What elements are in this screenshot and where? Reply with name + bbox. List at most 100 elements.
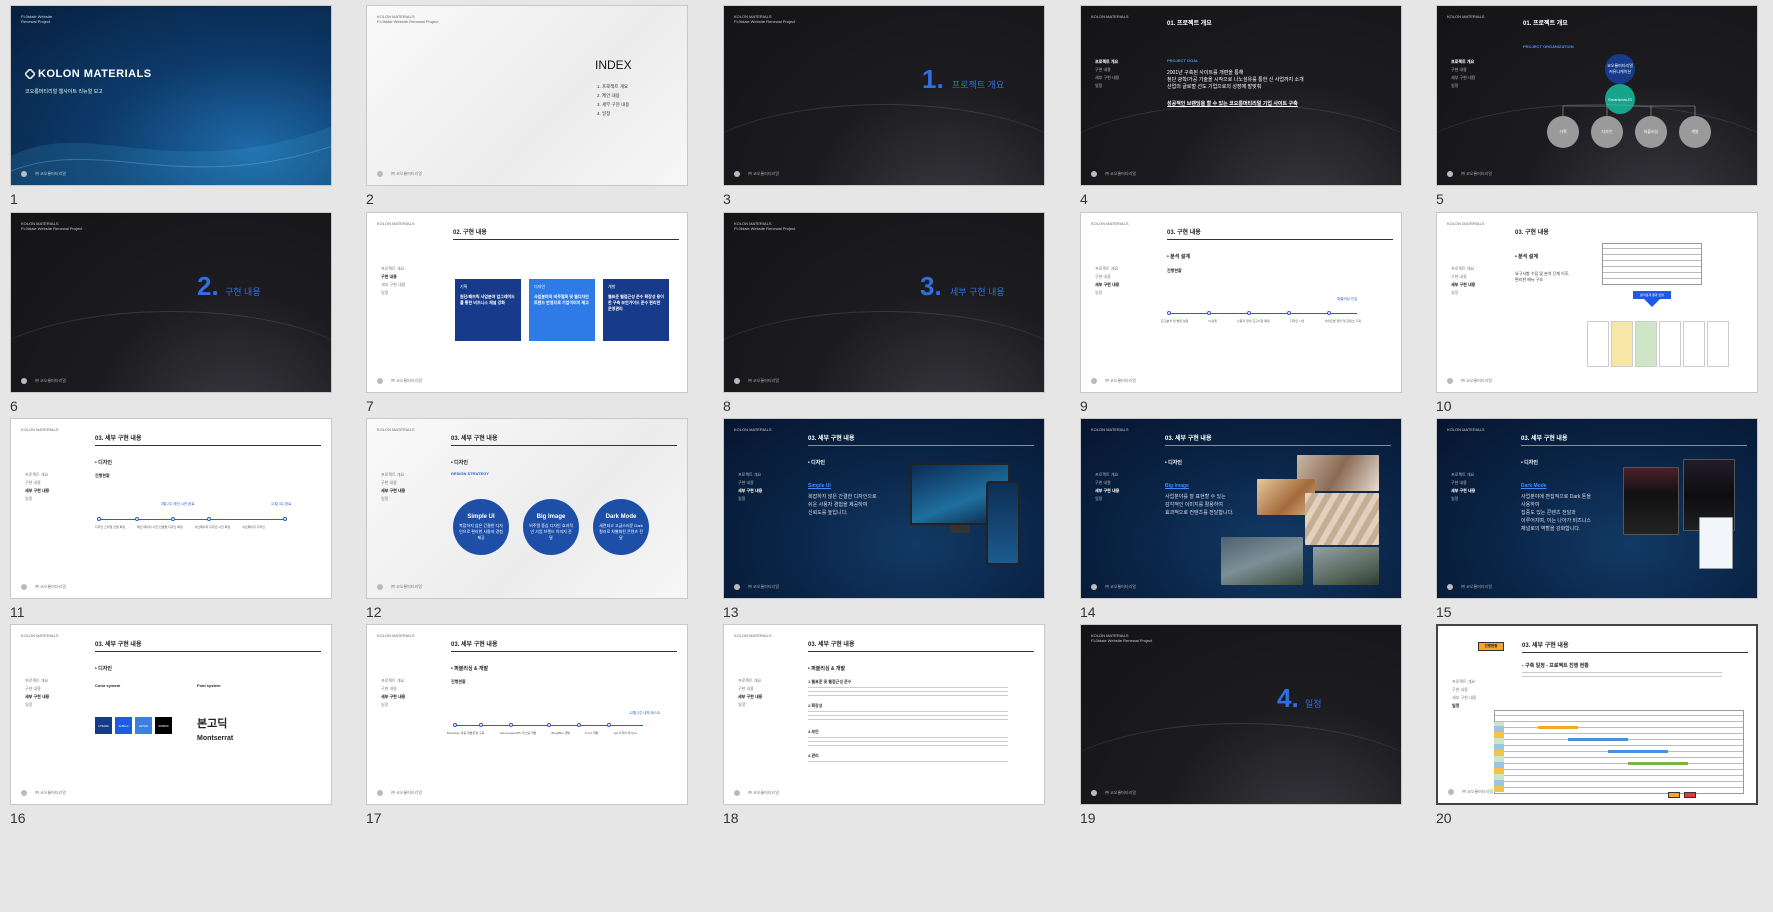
slide-canvas[interactable]: KOLON MATERIALS 03. 세부 구현 내용 프로젝트 개요 구현 … bbox=[10, 624, 332, 805]
timeline-dot bbox=[1247, 311, 1251, 315]
slide-canvas[interactable]: KOLON MATERIALS 03. 세부 구현 내용 프로젝트 개요 구현 … bbox=[10, 418, 332, 599]
slide-header: 03. 구현 내용 bbox=[1515, 230, 1549, 236]
footer-text: ㈜ 코오롱머티리얼 bbox=[748, 584, 779, 589]
side-nav: 프로젝트 개요 구현 내용 세부 구현 내용 일정 bbox=[1451, 265, 1475, 297]
index-item: 3. 세부 구현 내용 bbox=[597, 102, 630, 107]
slide-canvas[interactable]: KOLON MATERIALS 03. 세부 구현 내용 프로젝트 개요 구현 … bbox=[723, 624, 1045, 805]
footer-text: ㈜ 코오롱머티리얼 bbox=[1105, 378, 1136, 383]
org-node-leaf: 디자인 bbox=[1591, 116, 1623, 148]
slide-thumb-12[interactable]: KOLON MATERIALS 03. 세부 구현 내용 프로젝트 개요 구현 … bbox=[366, 418, 688, 624]
brand-mark-icon bbox=[1447, 583, 1453, 590]
slide-thumb-2[interactable]: KOLON MATERIALS FL0tdale Website Renewal… bbox=[366, 5, 688, 211]
font-system-label: Font system bbox=[197, 683, 221, 688]
concept-link[interactable]: Big Image bbox=[1165, 483, 1189, 489]
timeline-dot bbox=[607, 723, 611, 727]
nav-item: 구현 내용 bbox=[381, 686, 397, 691]
slide-thumb-13[interactable]: KOLON MATERIALS 03. 세부 구현 내용 프로젝트 개요 구현 … bbox=[723, 418, 1045, 624]
slide-canvas[interactable]: KOLON MATERIALS FL0tdale Website Renewal… bbox=[723, 5, 1045, 186]
section-title: • 디자인 bbox=[95, 460, 112, 466]
brand-mark-icon bbox=[1091, 377, 1097, 384]
slide-thumb-4[interactable]: KOLON MATERIALS 01. 프로젝트 개요 프로젝트 개요 구현 내… bbox=[1080, 5, 1402, 211]
slide-thumb-8[interactable]: KOLON MATERIALS FL0tdale Website Renewal… bbox=[723, 212, 1045, 418]
slide-canvas[interactable]: KOLON MATERIALS FL0tdale Website Renewal… bbox=[366, 5, 688, 186]
nav-item: 프로젝트 개요 bbox=[25, 472, 49, 477]
brand-name: KOLON MATERIALS bbox=[1091, 221, 1129, 226]
brand-mark-icon bbox=[734, 377, 740, 384]
nav-item: 프로젝트 개요 bbox=[738, 472, 762, 477]
side-nav: 프로젝트 개요 구현 내용 세부 구현 내용 일정 bbox=[381, 677, 405, 709]
kolon-logo-icon bbox=[23, 68, 37, 81]
slide-canvas[interactable]: KOLON MATERIALS 01. 프로젝트 개요 프로젝트 개요 구현 내… bbox=[1436, 5, 1758, 186]
slide-thumb-18[interactable]: KOLON MATERIALS 03. 세부 구현 내용 프로젝트 개요 구현 … bbox=[723, 624, 1045, 830]
slide-thumb-6[interactable]: KOLON MATERIALS FL0tdale Website Renewal… bbox=[10, 212, 332, 418]
brand-name: KOLON MATERIALS bbox=[1091, 427, 1129, 432]
slide-number: 3 bbox=[723, 191, 731, 207]
nav-item: 프로젝트 개요 bbox=[1451, 472, 1475, 477]
brand-name: KOLON MATERIALS bbox=[734, 427, 772, 432]
slide-canvas[interactable]: KOLON MATERIALS 03. 구현 내용 프로젝트 개요 구현 내용 … bbox=[1436, 212, 1758, 393]
header-rule bbox=[808, 651, 1034, 652]
slide-thumb-9[interactable]: KOLON MATERIALS 03. 구현 내용 프로젝트 개요 구현 내용 … bbox=[1080, 212, 1402, 418]
slide-number: 16 bbox=[10, 810, 26, 826]
slide-thumb-7[interactable]: KOLON MATERIALS 02. 구현 내용 프로젝트 개요 구현 내용 … bbox=[366, 212, 688, 418]
brand-mark-icon bbox=[21, 377, 27, 384]
slide-canvas[interactable]: KOLON MATERIALS FL0tdale Website Renewal… bbox=[1080, 624, 1402, 805]
slide-canvas[interactable]: FL0tdale Website Renewal Project KOLON M… bbox=[10, 5, 332, 186]
slide-canvas[interactable]: 진행현황 03. 세부 구현 내용 프로젝트 개요 구현 내용 세부 구현 내용… bbox=[1436, 624, 1758, 805]
brand-name: KOLON MATERIALS bbox=[1447, 221, 1485, 226]
slide-thumb-5[interactable]: KOLON MATERIALS 01. 프로젝트 개요 프로젝트 개요 구현 내… bbox=[1436, 5, 1758, 211]
section-sub: 진행현황 bbox=[451, 679, 466, 684]
index-item: 1. 프로젝트 개요 bbox=[597, 84, 629, 89]
slide-thumb-20[interactable]: 진행현황 03. 세부 구현 내용 프로젝트 개요 구현 내용 세부 구현 내용… bbox=[1436, 624, 1758, 830]
section-label: 구현 내용 bbox=[225, 287, 261, 297]
slide-canvas[interactable]: KOLON MATERIALS 03. 세부 구현 내용 프로젝트 개요 구현 … bbox=[366, 418, 688, 599]
brand-mark-icon bbox=[1447, 377, 1453, 384]
dev-item: 3.보안 bbox=[808, 729, 819, 734]
slide-canvas[interactable]: KOLON MATERIALS 01. 프로젝트 개요 프로젝트 개요 구현 내… bbox=[1080, 5, 1402, 186]
nav-item-active: 구현 내용 bbox=[381, 274, 397, 279]
brand-mark-icon bbox=[21, 170, 27, 177]
slide-thumb-15[interactable]: KOLON MATERIALS 03. 세부 구현 내용 프로젝트 개요 구현 … bbox=[1436, 418, 1758, 624]
index-item: 2. 제안 내용 bbox=[597, 93, 620, 98]
brand-mark-icon bbox=[1091, 170, 1097, 177]
nav-item: 구현 내용 bbox=[1451, 274, 1467, 279]
timeline-dot bbox=[453, 723, 457, 727]
slide-thumb-1[interactable]: FL0tdale Website Renewal Project KOLON M… bbox=[10, 5, 332, 211]
org-node-top: 코오롱머티리얼 커뮤니케이션 bbox=[1605, 54, 1635, 84]
slide-thumb-17[interactable]: KOLON MATERIALS 03. 세부 구현 내용 프로젝트 개요 구현 … bbox=[366, 624, 688, 830]
slide-number: 20 bbox=[1436, 810, 1452, 826]
nav-item: 구현 내용 bbox=[1095, 274, 1111, 279]
slide-thumb-19[interactable]: KOLON MATERIALS FL0tdale Website Renewal… bbox=[1080, 624, 1402, 830]
slide-canvas[interactable]: KOLON MATERIALS 02. 구현 내용 프로젝트 개요 구현 내용 … bbox=[366, 212, 688, 393]
slide-thumb-16[interactable]: KOLON MATERIALS 03. 세부 구현 내용 프로젝트 개요 구현 … bbox=[10, 624, 332, 830]
slide-thumb-3[interactable]: KOLON MATERIALS FL0tdale Website Renewal… bbox=[723, 5, 1045, 211]
section-title: • 퍼블리싱 & 개발 bbox=[451, 666, 489, 672]
slide-number: 2 bbox=[366, 191, 374, 207]
slide-header: 03. 세부 구현 내용 bbox=[95, 642, 142, 648]
slide-canvas[interactable]: KOLON MATERIALS 03. 구현 내용 프로젝트 개요 구현 내용 … bbox=[1080, 212, 1402, 393]
slide-thumb-10[interactable]: KOLON MATERIALS 03. 구현 내용 프로젝트 개요 구현 내용 … bbox=[1436, 212, 1758, 418]
dev-item: 1.웹표준 및 웹접근성 준수 bbox=[808, 679, 852, 684]
section-label: 프로젝트 개요 bbox=[952, 80, 1005, 90]
slide-canvas[interactable]: KOLON MATERIALS 03. 세부 구현 내용 프로젝트 개요 구현 … bbox=[366, 624, 688, 805]
project-sub: Renewal Project bbox=[21, 19, 51, 24]
timeline-end: 11월 3주 완료 bbox=[271, 502, 292, 506]
section-title: • 분석 설계 bbox=[1167, 254, 1190, 260]
slide-thumb-11[interactable]: KOLON MATERIALS 03. 세부 구현 내용 프로젝트 개요 구현 … bbox=[10, 418, 332, 624]
slide-canvas[interactable]: KOLON MATERIALS 03. 세부 구현 내용 프로젝트 개요 구현 … bbox=[1436, 418, 1758, 599]
side-nav: 프로젝트 개요 구현 내용 세부 구현 내용 일정 bbox=[1095, 471, 1119, 503]
side-nav: 프로젝트 개요 구현 내용 세부 구현 내용 일정 bbox=[1452, 678, 1476, 710]
slide-canvas[interactable]: KOLON MATERIALS FL0tdale Website Renewal… bbox=[723, 212, 1045, 393]
slide-canvas[interactable]: KOLON MATERIALS 03. 세부 구현 내용 프로젝트 개요 구현 … bbox=[1080, 418, 1402, 599]
slide-thumb-14[interactable]: KOLON MATERIALS 03. 세부 구현 내용 프로젝트 개요 구현 … bbox=[1080, 418, 1402, 624]
timeline-dot bbox=[207, 517, 211, 521]
brand-name: KOLON MATERIALS bbox=[377, 427, 415, 432]
slide-canvas[interactable]: KOLON MATERIALS 03. 세부 구현 내용 프로젝트 개요 구현 … bbox=[723, 418, 1045, 599]
slide-canvas[interactable]: KOLON MATERIALS FL0tdale Website Renewal… bbox=[10, 212, 332, 393]
concept-link[interactable]: Dark Mode bbox=[1521, 483, 1547, 489]
gantt-bar bbox=[1628, 762, 1688, 765]
concept-link[interactable]: Simple UI bbox=[808, 483, 831, 489]
project-name: FL0tdale Website Renewal Project bbox=[377, 19, 439, 24]
section-title: • 디자인 bbox=[1521, 460, 1538, 466]
nav-item: 세부 구현 내용 bbox=[1452, 695, 1477, 700]
